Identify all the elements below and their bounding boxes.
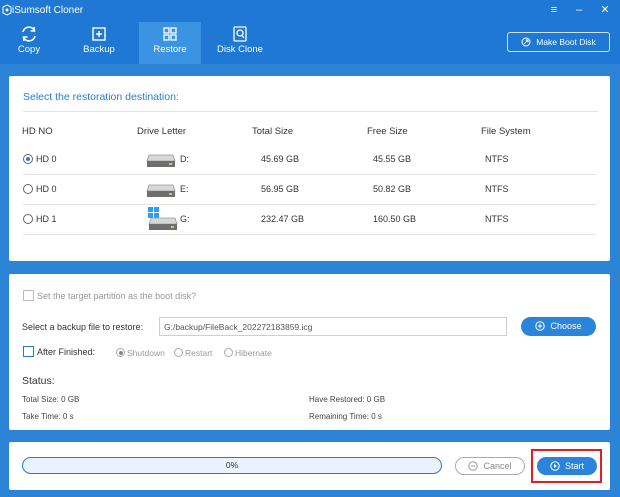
make-boot-disk-button[interactable]: Make Boot Disk xyxy=(507,32,610,52)
start-label: Start xyxy=(564,461,584,471)
tab-restore-label: Restore xyxy=(153,44,187,55)
choose-button[interactable]: Choose xyxy=(521,317,596,336)
total-size-cell: 56.95 GB xyxy=(261,184,300,194)
hibernate-radio[interactable] xyxy=(224,348,233,357)
menu-icon[interactable]: ≡ xyxy=(545,2,563,18)
total-size-cell: 232.47 GB xyxy=(261,214,305,224)
restart-label: Restart xyxy=(185,348,213,358)
free-size-cell: 50.82 GB xyxy=(373,184,412,194)
destination-panel: Select the restoration destination: HD N… xyxy=(9,76,610,261)
backup-file-input[interactable] xyxy=(159,317,507,336)
action-panel: 0% Cancel Start xyxy=(9,442,610,490)
free-size-cell: 160.50 GB xyxy=(373,214,417,224)
col-drive-letter: Drive Letter xyxy=(137,126,187,137)
play-icon xyxy=(550,460,560,471)
close-button[interactable]: ✕ xyxy=(596,2,614,18)
cancel-button[interactable]: Cancel xyxy=(455,457,525,475)
hard-drive-icon xyxy=(146,154,176,167)
file-system-cell: NTFS xyxy=(485,214,509,224)
main-toolbar: Copy Backup Restore Disk Clone Make Boot… xyxy=(0,22,620,64)
boot-disk-checkbox[interactable] xyxy=(23,290,34,301)
make-boot-disk-label: Make Boot Disk xyxy=(536,37,596,47)
copy-icon xyxy=(22,26,36,42)
choose-label: Choose xyxy=(550,321,582,331)
window-title: iSumsoft Cloner xyxy=(12,5,84,16)
backup-icon xyxy=(92,27,106,41)
after-finished-label: After Finished: xyxy=(37,347,96,357)
row-radio[interactable] xyxy=(23,184,33,194)
cancel-icon xyxy=(468,460,479,471)
tab-copy[interactable]: Copy xyxy=(4,22,54,64)
total-size-status: Total Size: 0 GB xyxy=(22,395,80,404)
col-file-system: File System xyxy=(481,126,531,137)
col-hd-no: HD NO xyxy=(22,126,53,137)
app-logo-icon xyxy=(2,4,12,16)
tab-restore[interactable]: Restore xyxy=(139,22,201,64)
tab-disk-clone[interactable]: Disk Clone xyxy=(210,22,270,64)
total-size-cell: 45.69 GB xyxy=(261,154,300,164)
destination-heading: Select the restoration destination: xyxy=(23,91,598,112)
cancel-label: Cancel xyxy=(483,461,512,471)
col-total-size: Total Size xyxy=(252,126,294,137)
table-row[interactable]: HD 0 E: 56.95 GB 50.82 GB NTFS xyxy=(23,175,596,205)
start-button[interactable]: Start xyxy=(537,457,597,475)
backup-file-label: Select a backup file to restore: xyxy=(22,322,144,332)
file-system-cell: NTFS xyxy=(485,184,509,194)
file-system-cell: NTFS xyxy=(485,154,509,164)
hd-no-cell: HD 0 xyxy=(36,184,57,194)
hd-no-cell: HD 0 xyxy=(36,154,57,164)
row-radio[interactable] xyxy=(23,154,33,164)
table-row[interactable]: HD 0 D: 45.69 GB 45.55 GB NTFS xyxy=(23,145,596,175)
minimize-button[interactable]: – xyxy=(570,2,588,18)
have-restored-status: Have Restored: 0 GB xyxy=(309,395,386,404)
restore-icon xyxy=(163,27,177,41)
hard-drive-icon xyxy=(146,184,176,197)
shutdown-radio[interactable] xyxy=(116,348,125,357)
hibernate-label: Hibernate xyxy=(235,348,272,358)
free-size-cell: 45.55 GB xyxy=(373,154,412,164)
title-bar: iSumsoft Cloner ≡ – ✕ xyxy=(0,0,620,22)
boot-disk-icon xyxy=(521,37,531,47)
tab-copy-label: Copy xyxy=(17,44,41,55)
drive-letter-cell: D: xyxy=(180,154,189,164)
shutdown-label: Shutdown xyxy=(127,348,165,358)
remaining-time-status: Remaining Time: 0 s xyxy=(309,412,382,421)
tab-disk-clone-label: Disk Clone xyxy=(217,44,263,55)
windows-drive-icon xyxy=(148,207,178,230)
disk-clone-icon xyxy=(233,26,247,42)
options-panel: Set the target partition as the boot dis… xyxy=(9,274,610,430)
take-time-status: Take Time: 0 s xyxy=(22,412,74,421)
tab-backup-label: Backup xyxy=(83,44,115,55)
restart-radio[interactable] xyxy=(174,348,183,357)
row-radio[interactable] xyxy=(23,214,33,224)
status-heading: Status: xyxy=(22,375,55,387)
boot-disk-checkbox-label: Set the target partition as the boot dis… xyxy=(37,291,197,301)
hd-no-cell: HD 1 xyxy=(36,214,57,224)
plus-circle-icon xyxy=(535,320,546,331)
after-finished-checkbox[interactable] xyxy=(23,346,34,357)
tab-backup[interactable]: Backup xyxy=(70,22,128,64)
col-free-size: Free Size xyxy=(367,126,408,137)
progress-bar: 0% xyxy=(22,457,442,474)
table-row[interactable]: HD 1 G: 232.47 GB 160.50 GB NTFS xyxy=(23,205,596,235)
drive-letter-cell: G: xyxy=(180,214,190,224)
drive-letter-cell: E: xyxy=(180,184,189,194)
progress-text: 0% xyxy=(225,460,239,470)
